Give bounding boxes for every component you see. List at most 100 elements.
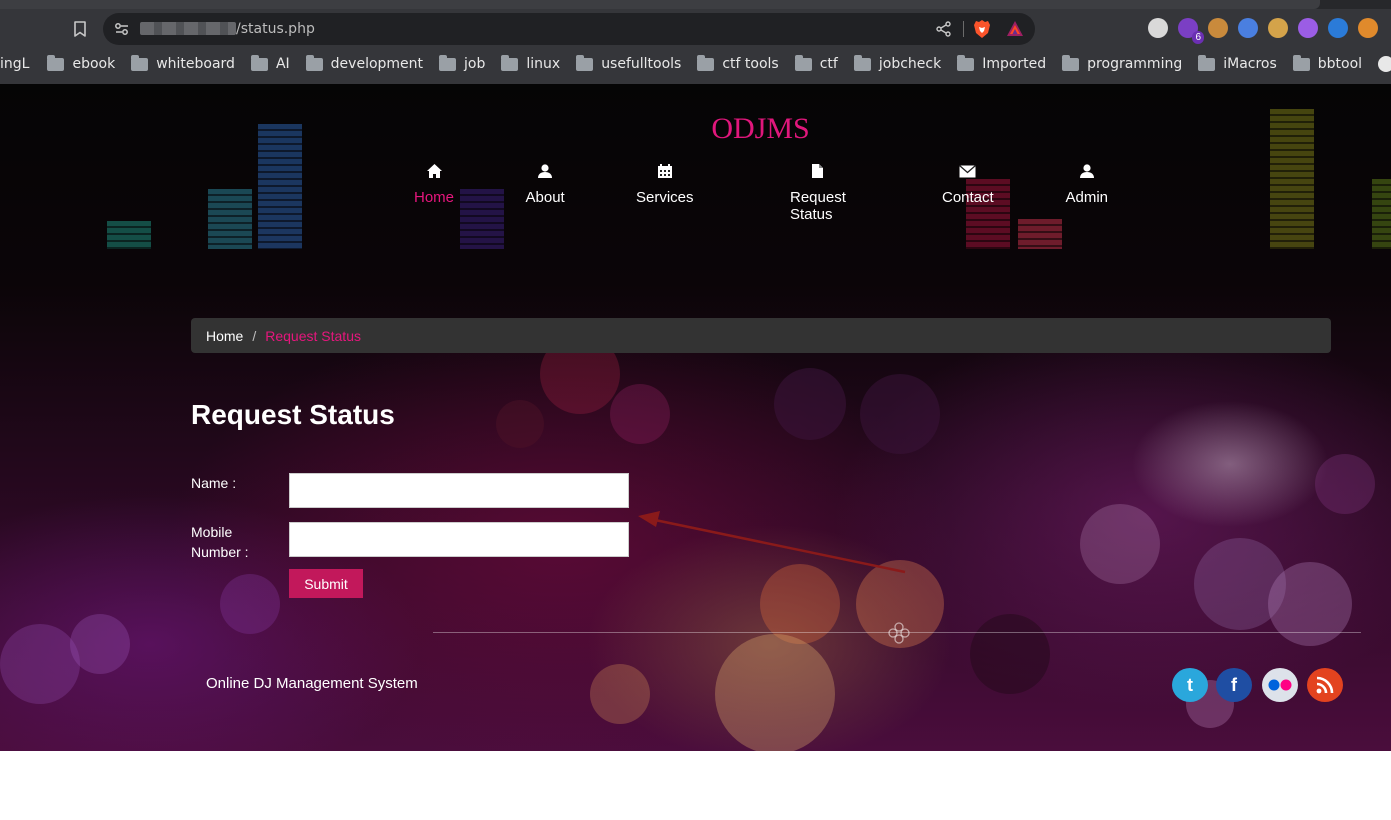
globe-icon <box>1378 56 1391 72</box>
form-title: Request Status <box>191 399 395 430</box>
bookmark-item[interactable]: linux <box>501 54 561 72</box>
rss-icon[interactable] <box>1307 668 1343 702</box>
bookmark-item[interactable]: AI <box>250 54 290 72</box>
cookie-extension-icon[interactable] <box>1208 18 1228 38</box>
bookmarks-bar: ingL ebook whiteboard AI development job linux… <box>0 50 1391 78</box>
user-icon <box>536 162 554 180</box>
bookmark-item[interactable]: usefulltools <box>576 54 681 72</box>
breadcrumb-separator: / <box>252 327 257 344</box>
user-icon <box>1078 162 1096 180</box>
footer-text: Online DJ Management System <box>206 675 418 692</box>
equalizer-bar <box>1372 179 1391 249</box>
extension-badge: 6 <box>1192 31 1204 44</box>
owl-extension-icon[interactable] <box>1148 18 1168 38</box>
brave-rewards-icon[interactable] <box>1005 19 1025 39</box>
url-separator <box>963 21 964 37</box>
bookmark-item[interactable]: development <box>305 54 424 72</box>
url-redacted-host <box>140 22 236 35</box>
bokeh-circle <box>860 374 940 454</box>
bookmark-item[interactable]: ingL <box>0 56 29 72</box>
bokeh-circle <box>970 614 1050 694</box>
bookmark-item[interactable]: Mas <box>1378 56 1391 72</box>
gem-extension-icon[interactable] <box>1298 18 1318 38</box>
browser-chrome: /status.php 6 ingL ebook whiteboard AI devel… <box>0 0 1391 84</box>
bookmark-label: ctf tools <box>722 56 779 72</box>
url-text[interactable]: /status.php <box>236 21 315 37</box>
folder-icon <box>794 54 812 71</box>
profile-extension-icon[interactable] <box>1358 18 1378 38</box>
folder-icon <box>250 54 268 71</box>
brave-shields-icon[interactable] <box>973 19 991 39</box>
folder-icon <box>1062 54 1080 71</box>
mobile-number-input[interactable] <box>289 522 629 557</box>
bookmark-item[interactable]: ctf <box>794 54 838 72</box>
bookmark-label: linux <box>526 56 561 72</box>
equalizer-background <box>0 84 1391 249</box>
name-input[interactable] <box>289 473 629 508</box>
bokeh-circle <box>220 574 280 634</box>
bookmark-label: whiteboard <box>156 56 235 72</box>
bookmark-item[interactable]: programming <box>1062 54 1183 72</box>
bookmark-item[interactable]: bbtool <box>1292 54 1362 72</box>
tab-strip-fill <box>0 0 1320 9</box>
breadcrumb: Home / Request Status <box>191 318 1331 353</box>
address-bar[interactable]: /status.php <box>103 13 1035 45</box>
submit-button[interactable]: Submit <box>289 569 363 598</box>
bokeh-circle <box>1315 454 1375 514</box>
facebook-icon[interactable]: f <box>1216 668 1252 702</box>
breadcrumb-home-link[interactable]: Home <box>206 328 243 344</box>
nav-about[interactable]: About <box>526 162 565 206</box>
home-icon <box>425 162 443 180</box>
bookmark-item[interactable]: Imported <box>957 54 1046 72</box>
nav-home[interactable]: Home <box>414 162 454 206</box>
folder-icon <box>47 54 65 71</box>
globe-extension-icon[interactable] <box>1328 18 1348 38</box>
equalizer-bar <box>107 221 151 249</box>
folder-icon <box>439 54 457 71</box>
bookmark-item[interactable]: ctf tools <box>697 54 779 72</box>
nav-contact[interactable]: Contact <box>942 162 994 206</box>
folder-icon <box>957 54 975 71</box>
twitter-icon[interactable]: t <box>1172 668 1208 702</box>
bokeh-circle <box>590 664 650 724</box>
bookmark-item[interactable]: iMacros <box>1198 54 1277 72</box>
bookmark-label: ingL <box>0 56 30 72</box>
equalizer-bar <box>208 189 252 249</box>
nav-label: About <box>525 189 565 206</box>
cookie-editor-extension-icon[interactable] <box>1268 18 1288 38</box>
nav-admin[interactable]: Admin <box>1065 162 1109 206</box>
bokeh-circle <box>496 400 544 448</box>
nav-services[interactable]: Services <box>636 162 694 206</box>
nav-label: Admin <box>1065 189 1109 206</box>
nav-request-status[interactable]: Request Status <box>790 162 846 223</box>
ornament-icon <box>887 621 911 645</box>
mobile-label-line1: Mobile <box>191 524 233 540</box>
nav-label: Request Status <box>790 189 846 223</box>
folder-icon <box>853 54 871 71</box>
share-icon[interactable] <box>935 20 953 38</box>
site-settings-icon[interactable] <box>113 20 131 38</box>
bookmark-page-icon[interactable] <box>70 19 90 39</box>
equalizer-bar <box>1018 219 1062 249</box>
bookmark-label: ebook <box>72 56 116 72</box>
tab-strip <box>0 0 1391 9</box>
mobile-label: Mobile Number : <box>191 522 271 562</box>
breadcrumb-current: Request Status <box>265 327 361 344</box>
bookmark-label: ctf <box>819 56 838 72</box>
bookmark-label: programming <box>1087 56 1183 72</box>
bookmark-label: development <box>330 56 424 72</box>
bookmark-item[interactable]: whiteboard <box>131 54 235 72</box>
site-title[interactable]: ODJMS <box>0 112 1391 146</box>
social-glyph: f <box>1231 674 1237 695</box>
hexagon-extension-icon[interactable]: 6 <box>1178 18 1204 44</box>
bookmark-item[interactable]: jobcheck <box>853 54 941 72</box>
bookmark-item[interactable]: ebook <box>47 54 116 72</box>
bokeh-circle <box>774 368 846 440</box>
flickr-icon[interactable] <box>1262 668 1298 702</box>
translate-extension-icon[interactable] <box>1238 18 1258 38</box>
bokeh-circle <box>1268 562 1352 646</box>
file-icon <box>809 162 827 180</box>
web-page: ODJMS Home About Services Request Status Con… <box>0 84 1391 751</box>
bokeh-circle <box>1080 504 1160 584</box>
bookmark-item[interactable]: job <box>439 54 485 72</box>
